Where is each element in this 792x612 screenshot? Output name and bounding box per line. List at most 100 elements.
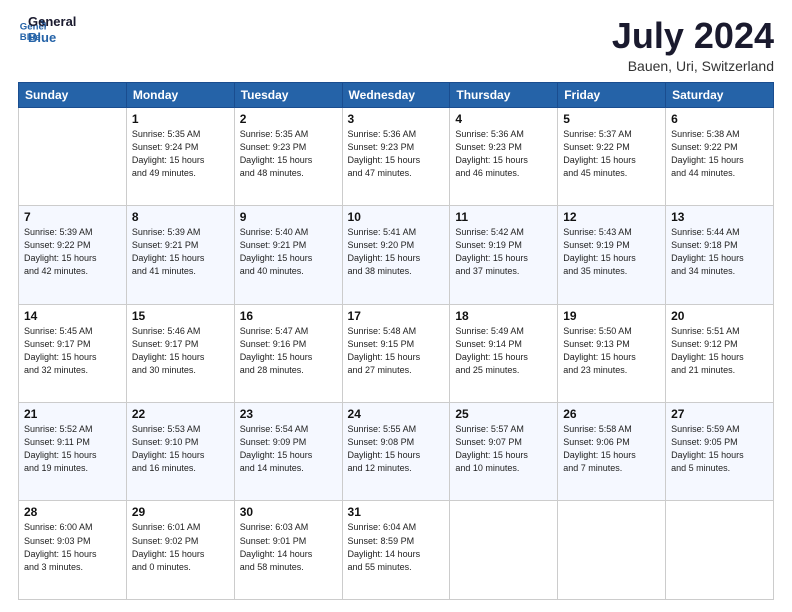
calendar-table: SundayMondayTuesdayWednesdayThursdayFrid… xyxy=(18,82,774,600)
day-number: 4 xyxy=(455,112,552,126)
day-info: Sunrise: 5:42 AM Sunset: 9:19 PM Dayligh… xyxy=(455,226,552,278)
calendar-cell: 5 Sunrise: 5:37 AM Sunset: 9:22 PM Daylig… xyxy=(558,107,666,205)
header: General Blue General Blue July 2024 Baue… xyxy=(18,16,774,74)
calendar-week-5: 28 Sunrise: 6:00 AM Sunset: 9:03 PM Dayli… xyxy=(19,501,774,600)
calendar-cell: 27 Sunrise: 5:59 AM Sunset: 9:05 PM Dayli… xyxy=(666,403,774,501)
calendar-cell: 12 Sunrise: 5:43 AM Sunset: 9:19 PM Dayli… xyxy=(558,206,666,304)
calendar-cell: 17 Sunrise: 5:48 AM Sunset: 9:15 PM Dayli… xyxy=(342,304,450,402)
calendar-cell: 1Sunrise: 5:35 AM Sunset: 9:24 PM Daylig… xyxy=(126,107,234,205)
calendar-cell: 16Sunrise: 5:47 AM Sunset: 9:16 PM Dayli… xyxy=(234,304,342,402)
calendar-week-3: 14 Sunrise: 5:45 AM Sunset: 9:17 PM Dayli… xyxy=(19,304,774,402)
calendar-week-2: 7Sunrise: 5:39 AM Sunset: 9:22 PM Daylig… xyxy=(19,206,774,304)
day-number: 14 xyxy=(24,309,121,323)
day-info: Sunrise: 5:43 AM Sunset: 9:19 PM Dayligh… xyxy=(563,226,660,278)
calendar-cell xyxy=(558,501,666,600)
day-info: Sunrise: 5:38 AM Sunset: 9:22 PM Dayligh… xyxy=(671,128,768,180)
calendar-cell: 6 Sunrise: 5:38 AM Sunset: 9:22 PM Daylig… xyxy=(666,107,774,205)
calendar-cell: 19Sunrise: 5:50 AM Sunset: 9:13 PM Dayli… xyxy=(558,304,666,402)
day-info: Sunrise: 6:01 AM Sunset: 9:02 PM Dayligh… xyxy=(132,521,229,573)
day-number: 10 xyxy=(348,210,445,224)
day-info: Sunrise: 5:58 AM Sunset: 9:06 PM Dayligh… xyxy=(563,423,660,475)
calendar-cell: 25 Sunrise: 5:57 AM Sunset: 9:07 PM Dayli… xyxy=(450,403,558,501)
day-number: 12 xyxy=(563,210,660,224)
calendar-cell: 9 Sunrise: 5:40 AM Sunset: 9:21 PM Daylig… xyxy=(234,206,342,304)
day-info: Sunrise: 5:59 AM Sunset: 9:05 PM Dayligh… xyxy=(671,423,768,475)
day-number: 5 xyxy=(563,112,660,126)
day-info: Sunrise: 5:55 AM Sunset: 9:08 PM Dayligh… xyxy=(348,423,445,475)
day-info: Sunrise: 5:47 AM Sunset: 9:16 PM Dayligh… xyxy=(240,325,337,377)
day-info: Sunrise: 5:48 AM Sunset: 9:15 PM Dayligh… xyxy=(348,325,445,377)
logo: General Blue General Blue xyxy=(18,16,76,45)
day-info: Sunrise: 5:52 AM Sunset: 9:11 PM Dayligh… xyxy=(24,423,121,475)
calendar-cell: 22 Sunrise: 5:53 AM Sunset: 9:10 PM Dayli… xyxy=(126,403,234,501)
day-number: 17 xyxy=(348,309,445,323)
day-number: 23 xyxy=(240,407,337,421)
day-number: 15 xyxy=(132,309,229,323)
day-info: Sunrise: 5:40 AM Sunset: 9:21 PM Dayligh… xyxy=(240,226,337,278)
day-info: Sunrise: 6:03 AM Sunset: 9:01 PM Dayligh… xyxy=(240,521,337,573)
weekday-header-saturday: Saturday xyxy=(666,82,774,107)
day-info: Sunrise: 5:41 AM Sunset: 9:20 PM Dayligh… xyxy=(348,226,445,278)
day-info: Sunrise: 5:51 AM Sunset: 9:12 PM Dayligh… xyxy=(671,325,768,377)
day-info: Sunrise: 6:00 AM Sunset: 9:03 PM Dayligh… xyxy=(24,521,121,573)
day-number: 22 xyxy=(132,407,229,421)
day-number: 8 xyxy=(132,210,229,224)
calendar-cell xyxy=(450,501,558,600)
calendar-cell: 10 Sunrise: 5:41 AM Sunset: 9:20 PM Dayli… xyxy=(342,206,450,304)
day-number: 29 xyxy=(132,505,229,519)
day-info: Sunrise: 5:39 AM Sunset: 9:21 PM Dayligh… xyxy=(132,226,229,278)
weekday-header-wednesday: Wednesday xyxy=(342,82,450,107)
calendar-week-1: 1Sunrise: 5:35 AM Sunset: 9:24 PM Daylig… xyxy=(19,107,774,205)
day-number: 28 xyxy=(24,505,121,519)
day-info: Sunrise: 5:35 AM Sunset: 9:23 PM Dayligh… xyxy=(240,128,337,180)
day-info: Sunrise: 5:35 AM Sunset: 9:24 PM Dayligh… xyxy=(132,128,229,180)
calendar-cell xyxy=(19,107,127,205)
day-info: Sunrise: 5:53 AM Sunset: 9:10 PM Dayligh… xyxy=(132,423,229,475)
calendar-cell: 29 Sunrise: 6:01 AM Sunset: 9:02 PM Dayli… xyxy=(126,501,234,600)
page: General Blue General Blue July 2024 Baue… xyxy=(0,0,792,612)
calendar-cell: 20 Sunrise: 5:51 AM Sunset: 9:12 PM Dayli… xyxy=(666,304,774,402)
day-number: 21 xyxy=(24,407,121,421)
day-number: 3 xyxy=(348,112,445,126)
day-number: 20 xyxy=(671,309,768,323)
day-number: 6 xyxy=(671,112,768,126)
weekday-header-sunday: Sunday xyxy=(19,82,127,107)
calendar-cell: 13 Sunrise: 5:44 AM Sunset: 9:18 PM Dayli… xyxy=(666,206,774,304)
day-number: 18 xyxy=(455,309,552,323)
calendar-cell: 8 Sunrise: 5:39 AM Sunset: 9:21 PM Daylig… xyxy=(126,206,234,304)
weekday-header-thursday: Thursday xyxy=(450,82,558,107)
calendar-cell: 21 Sunrise: 5:52 AM Sunset: 9:11 PM Dayli… xyxy=(19,403,127,501)
day-info: Sunrise: 5:45 AM Sunset: 9:17 PM Dayligh… xyxy=(24,325,121,377)
day-info: Sunrise: 5:50 AM Sunset: 9:13 PM Dayligh… xyxy=(563,325,660,377)
calendar-cell: 7Sunrise: 5:39 AM Sunset: 9:22 PM Daylig… xyxy=(19,206,127,304)
calendar-cell: 24Sunrise: 5:55 AM Sunset: 9:08 PM Dayli… xyxy=(342,403,450,501)
day-info: Sunrise: 5:57 AM Sunset: 9:07 PM Dayligh… xyxy=(455,423,552,475)
calendar-cell: 31Sunrise: 6:04 AM Sunset: 8:59 PM Dayli… xyxy=(342,501,450,600)
day-number: 27 xyxy=(671,407,768,421)
day-info: Sunrise: 5:54 AM Sunset: 9:09 PM Dayligh… xyxy=(240,423,337,475)
weekday-header-monday: Monday xyxy=(126,82,234,107)
day-info: Sunrise: 5:39 AM Sunset: 9:22 PM Dayligh… xyxy=(24,226,121,278)
weekday-header-tuesday: Tuesday xyxy=(234,82,342,107)
calendar-title: July 2024 xyxy=(612,16,774,56)
day-number: 13 xyxy=(671,210,768,224)
day-number: 9 xyxy=(240,210,337,224)
calendar-cell: 14 Sunrise: 5:45 AM Sunset: 9:17 PM Dayli… xyxy=(19,304,127,402)
day-number: 11 xyxy=(455,210,552,224)
day-info: Sunrise: 5:37 AM Sunset: 9:22 PM Dayligh… xyxy=(563,128,660,180)
calendar-subtitle: Bauen, Uri, Switzerland xyxy=(612,58,774,74)
day-number: 25 xyxy=(455,407,552,421)
day-number: 2 xyxy=(240,112,337,126)
weekday-header-row: SundayMondayTuesdayWednesdayThursdayFrid… xyxy=(19,82,774,107)
calendar-cell: 23 Sunrise: 5:54 AM Sunset: 9:09 PM Dayli… xyxy=(234,403,342,501)
calendar-cell: 26Sunrise: 5:58 AM Sunset: 9:06 PM Dayli… xyxy=(558,403,666,501)
weekday-header-friday: Friday xyxy=(558,82,666,107)
calendar-cell: 2 Sunrise: 5:35 AM Sunset: 9:23 PM Daylig… xyxy=(234,107,342,205)
day-number: 30 xyxy=(240,505,337,519)
calendar-cell: 30 Sunrise: 6:03 AM Sunset: 9:01 PM Dayli… xyxy=(234,501,342,600)
calendar-week-4: 21 Sunrise: 5:52 AM Sunset: 9:11 PM Dayli… xyxy=(19,403,774,501)
day-info: Sunrise: 5:49 AM Sunset: 9:14 PM Dayligh… xyxy=(455,325,552,377)
logo-text-blue: Blue xyxy=(28,30,76,46)
day-info: Sunrise: 5:44 AM Sunset: 9:18 PM Dayligh… xyxy=(671,226,768,278)
calendar-cell: 3Sunrise: 5:36 AM Sunset: 9:23 PM Daylig… xyxy=(342,107,450,205)
